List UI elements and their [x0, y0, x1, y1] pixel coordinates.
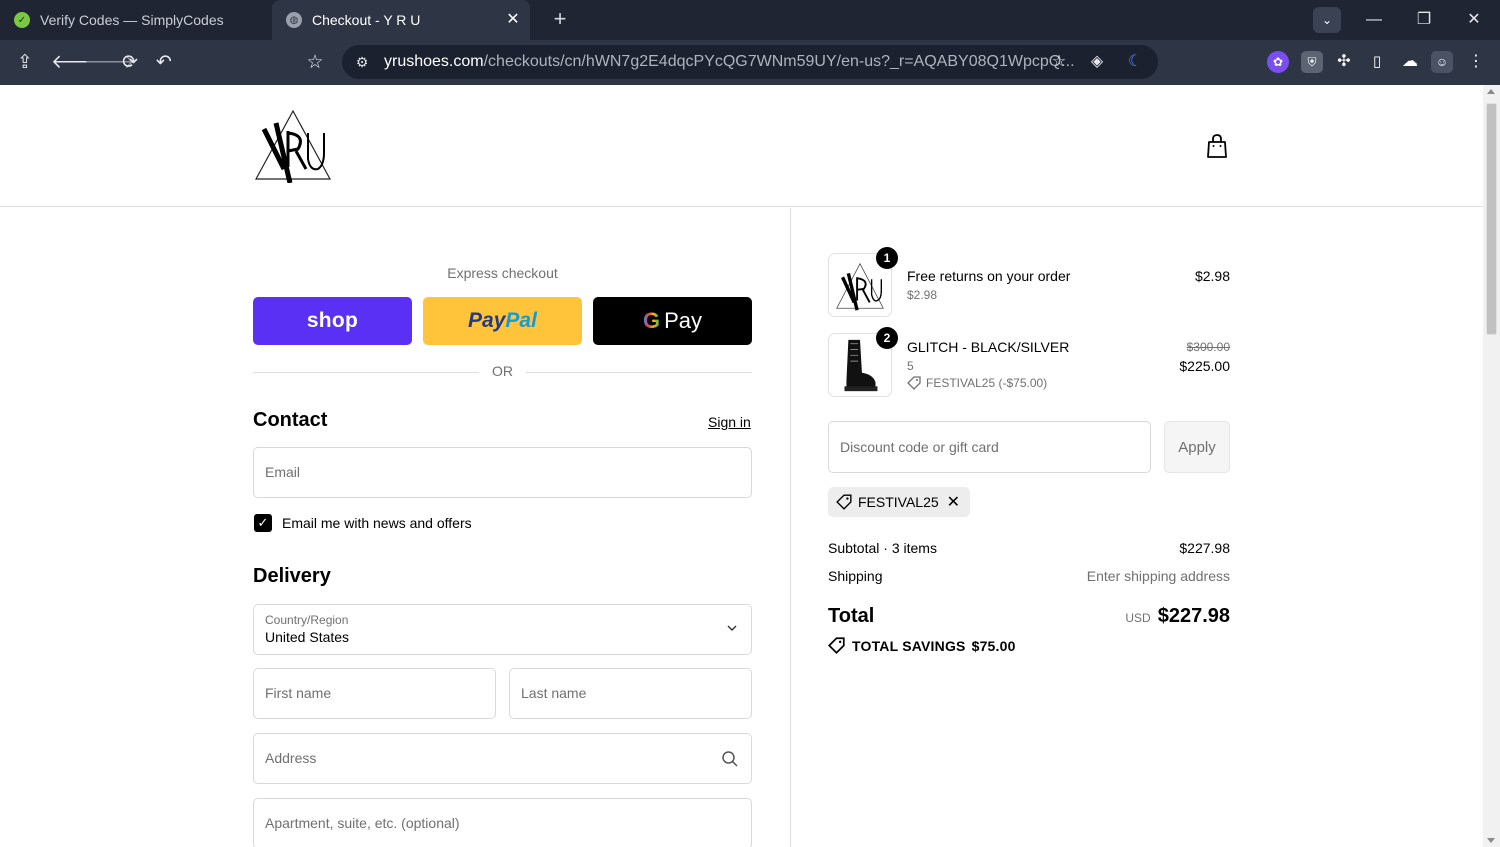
scroll-down-icon[interactable]: [1487, 838, 1495, 843]
page-scrollbar[interactable]: [1483, 85, 1500, 847]
address-field[interactable]: Address: [253, 733, 752, 784]
total-label: Total: [828, 605, 875, 627]
browser-tab-bar: ✓ Verify Codes — SimplyCodes ◍ Checkout …: [0, 0, 1500, 40]
search-icon: [722, 751, 738, 767]
item-subtitle: $2.98: [907, 288, 938, 302]
apply-discount-button[interactable]: Apply: [1164, 421, 1230, 473]
shipping-label: Shipping: [828, 568, 883, 584]
item-price: $2.98: [1194, 268, 1230, 284]
tab-checkout[interactable]: ◍ Checkout - Y R U ✕: [272, 0, 530, 40]
cloud-upload-icon[interactable]: ☁: [1399, 51, 1421, 73]
globe-favicon-icon: ◍: [286, 12, 302, 28]
subtotal-value: $227.98: [1179, 540, 1230, 556]
tab-simplycodes[interactable]: ✓ Verify Codes — SimplyCodes: [0, 0, 272, 40]
extension-purple-icon[interactable]: ✿: [1267, 51, 1289, 73]
remove-discount-icon[interactable]: ✕: [947, 492, 960, 512]
subtotal-label: Subtotal · 3 items: [828, 540, 937, 556]
side-panel-icon[interactable]: ▯: [1366, 51, 1388, 73]
apartment-field[interactable]: Apartment, suite, etc. (optional): [253, 798, 752, 847]
quantity-badge: 2: [876, 327, 898, 349]
tag-icon: [907, 376, 921, 390]
line-item: 2 GLITCH - BLACK/SILVER 5 FESTIVAL25 (-$…: [828, 327, 1230, 397]
shipping-row: Shipping Enter shipping address: [828, 568, 1230, 584]
newsletter-checkbox-row[interactable]: ✓ Email me with news and offers: [254, 514, 472, 532]
item-variant: 5: [907, 359, 914, 373]
subtotal-row: Subtotal · 3 items $227.98: [828, 540, 1230, 556]
column-divider: [790, 208, 791, 847]
line-item: 1 Free returns on your order $2.98 $2.98: [828, 247, 1230, 317]
site-settings-icon[interactable]: ⚙: [352, 52, 372, 72]
item-name: GLITCH - BLACK/SILVER: [907, 339, 1070, 355]
chevron-down-icon: [727, 625, 737, 631]
close-window-icon[interactable]: ✕: [1459, 8, 1489, 32]
applied-discount-chip: FESTIVAL25 ✕: [828, 487, 971, 517]
forward-icon[interactable]: 🡒: [84, 50, 135, 76]
item-price: $225.00: [1179, 358, 1230, 374]
simplycodes-favicon-icon: ✓: [14, 12, 30, 28]
new-tab-icon[interactable]: +: [548, 8, 572, 32]
tag-icon: [836, 494, 852, 510]
address-bar[interactable]: ⚙ yrushoes.com/checkouts/cn/hWN7g2E4dqcP…: [342, 45, 1158, 79]
first-name-field[interactable]: First name: [253, 668, 496, 719]
url-text[interactable]: yrushoes.com/checkouts/cn/hWN7g2E4dqcPYc…: [384, 53, 1075, 71]
google-g-icon: G: [642, 308, 661, 333]
shop-pay-button[interactable]: shop: [253, 297, 412, 345]
back-icon[interactable]: 🡐: [51, 50, 102, 76]
tab-title: Checkout - Y R U: [312, 12, 421, 28]
shipping-value: Enter shipping address: [1086, 568, 1230, 584]
google-pay-button[interactable]: G Pay: [593, 297, 752, 345]
express-checkout-label: Express checkout: [447, 265, 558, 281]
upload-page-icon[interactable]: ⇪: [12, 50, 38, 76]
item-discount: FESTIVAL25 (-$75.00): [907, 376, 1047, 390]
checkout-page: Express checkout shop Pay Pal G Pay OR Con…: [0, 85, 1483, 847]
email-field[interactable]: Email: [253, 447, 752, 498]
delivery-heading: Delivery: [253, 565, 331, 587]
tag-icon: [828, 637, 845, 654]
extension-shield-icon[interactable]: ⛨: [1301, 51, 1323, 73]
country-select[interactable]: Country/Region United States: [253, 604, 752, 655]
layers-extension-icon[interactable]: ◈: [1086, 51, 1108, 73]
scrollbar-thumb[interactable]: [1486, 103, 1497, 335]
total-amount: $227.98: [1157, 605, 1230, 627]
restore-icon[interactable]: ❐: [1409, 8, 1439, 32]
contact-heading: Contact: [253, 409, 328, 431]
undo-icon[interactable]: ↶: [151, 50, 177, 76]
item-original-price: $300.00: [1186, 340, 1230, 354]
discount-code-input[interactable]: Discount code or gift card: [828, 421, 1151, 473]
minimize-icon[interactable]: —: [1359, 8, 1389, 32]
close-tab-icon[interactable]: ✕: [504, 11, 522, 29]
total-value: USD $227.98: [1125, 605, 1230, 628]
paypal-button[interactable]: Pay Pal: [423, 297, 582, 345]
currency-code: USD: [1125, 611, 1151, 625]
newsletter-checkbox[interactable]: ✓: [254, 514, 272, 532]
total-savings: TOTAL SAVINGS $75.00: [828, 637, 1016, 654]
or-divider: OR: [253, 363, 752, 383]
bookmark-star-icon[interactable]: ☆: [302, 50, 328, 76]
menu-kebab-icon[interactable]: ⋮: [1465, 51, 1487, 73]
last-name-field[interactable]: Last name: [509, 668, 752, 719]
item-name: Free returns on your order: [907, 268, 1071, 284]
profile-avatar-icon[interactable]: ☺: [1431, 51, 1453, 73]
shopping-bag-icon[interactable]: [1205, 133, 1229, 159]
quantity-badge: 1: [876, 247, 898, 269]
sign-in-link[interactable]: Sign in: [708, 414, 751, 430]
extensions-puzzle-icon[interactable]: ✣: [1333, 51, 1355, 73]
dark-mode-moon-icon[interactable]: ☾: [1124, 51, 1146, 73]
yru-logo-icon[interactable]: [254, 109, 332, 183]
scroll-up-icon[interactable]: [1487, 89, 1495, 94]
star-icon[interactable]: ☆: [1048, 51, 1070, 73]
browser-toolbar: ⇪ 🡐 🡒 ⟳ ↶ ☆ ⚙ yrushoes.com/checkouts/cn/…: [0, 40, 1500, 85]
tab-search-chevron-icon[interactable]: ⌄: [1313, 7, 1341, 33]
tab-title: Verify Codes — SimplyCodes: [40, 12, 224, 28]
store-header: [0, 85, 1483, 207]
newsletter-label: Email me with news and offers: [282, 515, 472, 531]
reload-icon[interactable]: ⟳: [117, 50, 143, 76]
